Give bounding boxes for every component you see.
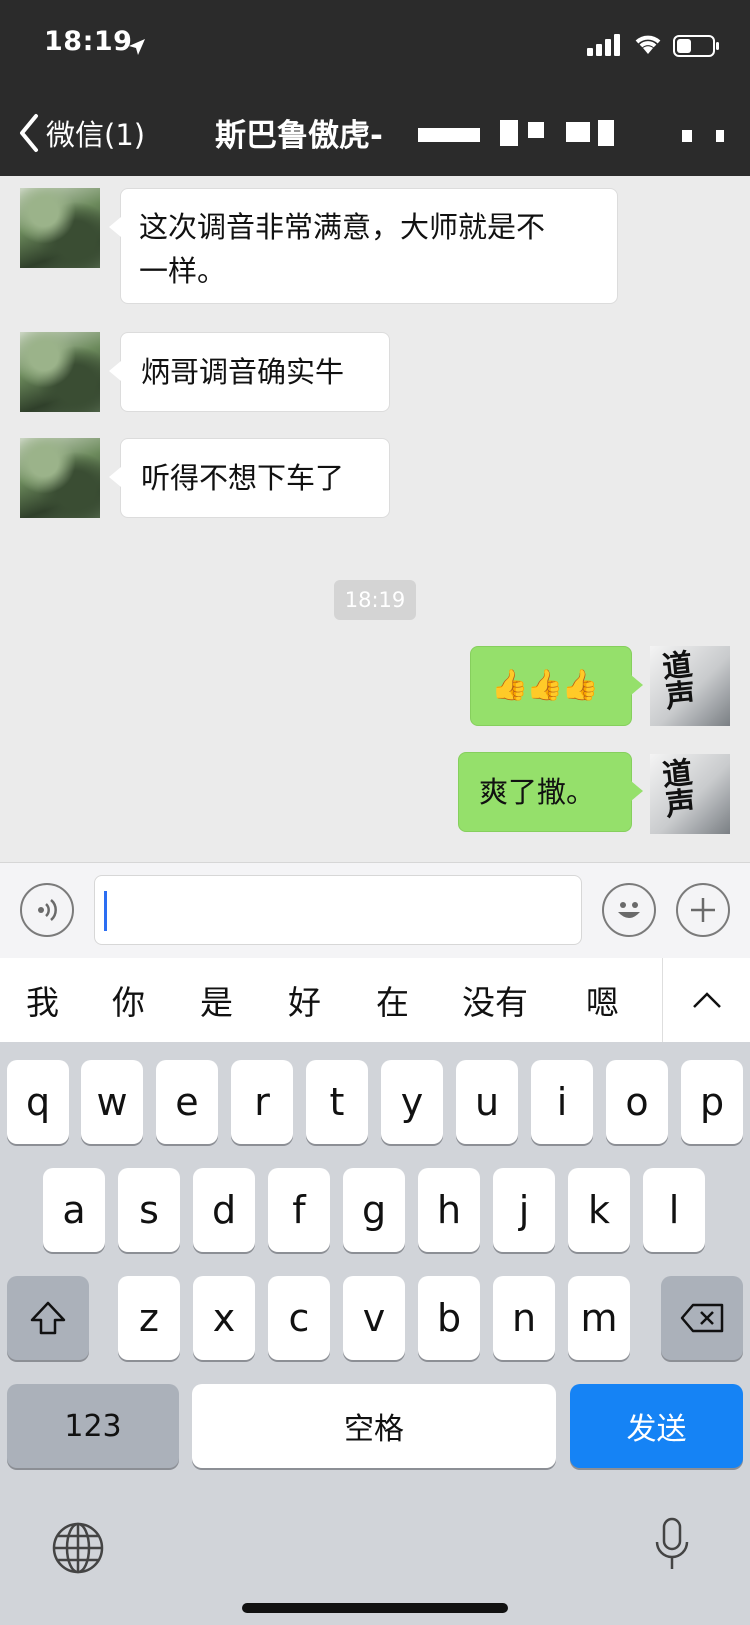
title-mosaic xyxy=(500,120,518,146)
calligraphy-logo: 道声 xyxy=(660,755,698,824)
back-chevron-icon xyxy=(20,114,38,152)
key-e[interactable]: e xyxy=(156,1060,218,1144)
status-time: 18:19 xyxy=(44,26,133,57)
delete-icon xyxy=(680,1303,724,1333)
message-text: 这次调音非常满意，大师就是不 xyxy=(139,210,546,244)
key-m[interactable]: m xyxy=(568,1276,630,1360)
message-text: 听得不想下车了 xyxy=(141,461,345,495)
key-r[interactable]: r xyxy=(231,1060,293,1144)
title-mosaic xyxy=(418,128,480,142)
contact-avatar[interactable] xyxy=(20,438,100,518)
candidate-word[interactable]: 我 xyxy=(26,976,59,1024)
keyboard: q w e r t y u i o p a s d f g h j k l z … xyxy=(0,1042,750,1625)
message-text: 一样。 xyxy=(139,254,227,288)
candidate-word[interactable]: 嗯 xyxy=(586,976,619,1024)
chevron-up-icon xyxy=(693,992,721,1008)
key-v[interactable]: v xyxy=(343,1276,405,1360)
key-i[interactable]: i xyxy=(531,1060,593,1144)
key-s[interactable]: s xyxy=(118,1168,180,1252)
emoji-button[interactable] xyxy=(602,883,656,937)
title-mosaic xyxy=(716,130,724,142)
message-bubble[interactable]: 炳哥调音确实牛 xyxy=(109,332,390,412)
location-arrow-icon xyxy=(129,39,145,55)
contact-avatar[interactable] xyxy=(20,332,100,412)
home-indicator[interactable] xyxy=(242,1603,508,1613)
candidate-word[interactable]: 在 xyxy=(376,976,409,1024)
plus-icon xyxy=(691,898,715,922)
title-mosaic xyxy=(598,120,614,146)
contact-avatar[interactable] xyxy=(20,188,100,268)
voice-icon xyxy=(38,899,57,921)
key-p[interactable]: p xyxy=(681,1060,743,1144)
key-a[interactable]: a xyxy=(43,1168,105,1252)
signal-icon xyxy=(587,34,620,56)
chat-title: 斯巴鲁傲虎- xyxy=(215,118,383,154)
key-x[interactable]: x xyxy=(193,1276,255,1360)
space-key[interactable]: 空格 xyxy=(192,1384,556,1468)
chat-header: 18:19 微信(1) 斯巴鲁傲虎- xyxy=(0,0,750,176)
message-list: 这次调音非常满意，大师就是不 一样。 炳哥调音确实牛 听得不想下车了 18:19… xyxy=(0,176,750,862)
candidate-word[interactable]: 没有 xyxy=(462,976,528,1024)
send-key[interactable]: 发送 xyxy=(570,1384,743,1468)
message-bubble[interactable]: 听得不想下车了 xyxy=(109,438,390,518)
key-k[interactable]: k xyxy=(568,1168,630,1252)
voice-button[interactable] xyxy=(20,883,74,937)
battery-icon xyxy=(673,35,719,57)
wifi-icon xyxy=(635,35,661,54)
key-u[interactable]: u xyxy=(456,1060,518,1144)
key-f[interactable]: f xyxy=(268,1168,330,1252)
key-d[interactable]: d xyxy=(193,1168,255,1252)
message-text: 爽了撒。 xyxy=(479,775,596,809)
my-avatar[interactable]: 道声 xyxy=(650,754,730,834)
shift-icon xyxy=(30,1301,66,1335)
key-h[interactable]: h xyxy=(418,1168,480,1252)
text-caret xyxy=(104,891,107,931)
key-z[interactable]: z xyxy=(118,1276,180,1360)
candidate-word[interactable]: 你 xyxy=(112,976,145,1024)
input-bar xyxy=(0,862,750,959)
key-b[interactable]: b xyxy=(418,1276,480,1360)
key-c[interactable]: c xyxy=(268,1276,330,1360)
message-bubble[interactable]: 爽了撒。 xyxy=(458,752,643,832)
shift-key[interactable] xyxy=(7,1276,89,1360)
more-options-button[interactable] xyxy=(676,883,730,937)
key-y[interactable]: y xyxy=(381,1060,443,1144)
calligraphy-logo: 道声 xyxy=(660,647,698,716)
microphone-icon[interactable] xyxy=(652,1516,692,1574)
message-bubble[interactable]: 👍👍👍 xyxy=(470,646,643,726)
key-j[interactable]: j xyxy=(493,1168,555,1252)
title-mosaic xyxy=(566,122,590,142)
candidate-word[interactable]: 是 xyxy=(200,976,233,1024)
back-label: 微信(1) xyxy=(46,118,146,152)
numbers-key[interactable]: 123 xyxy=(7,1384,179,1468)
my-avatar[interactable]: 道声 xyxy=(650,646,730,726)
globe-icon[interactable] xyxy=(50,1520,106,1576)
delete-key[interactable] xyxy=(661,1276,743,1360)
key-g[interactable]: g xyxy=(343,1168,405,1252)
message-timestamp: 18:19 xyxy=(334,580,416,620)
candidate-word[interactable]: 好 xyxy=(288,976,321,1024)
message-text: 👍👍👍 xyxy=(491,668,599,703)
key-l[interactable]: l xyxy=(643,1168,705,1252)
key-n[interactable]: n xyxy=(493,1276,555,1360)
title-mosaic xyxy=(682,130,692,142)
expand-candidates-button[interactable] xyxy=(662,958,750,1042)
emoji-icon xyxy=(618,902,640,918)
back-button[interactable]: 微信(1) xyxy=(18,110,145,156)
key-t[interactable]: t xyxy=(306,1060,368,1144)
ime-candidate-bar: 我 你 是 好 在 没有 嗯 xyxy=(0,958,750,1043)
key-o[interactable]: o xyxy=(606,1060,668,1144)
message-input[interactable] xyxy=(94,875,582,945)
message-bubble[interactable]: 这次调音非常满意，大师就是不 一样。 xyxy=(109,188,618,304)
key-q[interactable]: q xyxy=(7,1060,69,1144)
title-mosaic xyxy=(528,122,544,138)
message-text: 炳哥调音确实牛 xyxy=(141,355,345,389)
key-w[interactable]: w xyxy=(81,1060,143,1144)
